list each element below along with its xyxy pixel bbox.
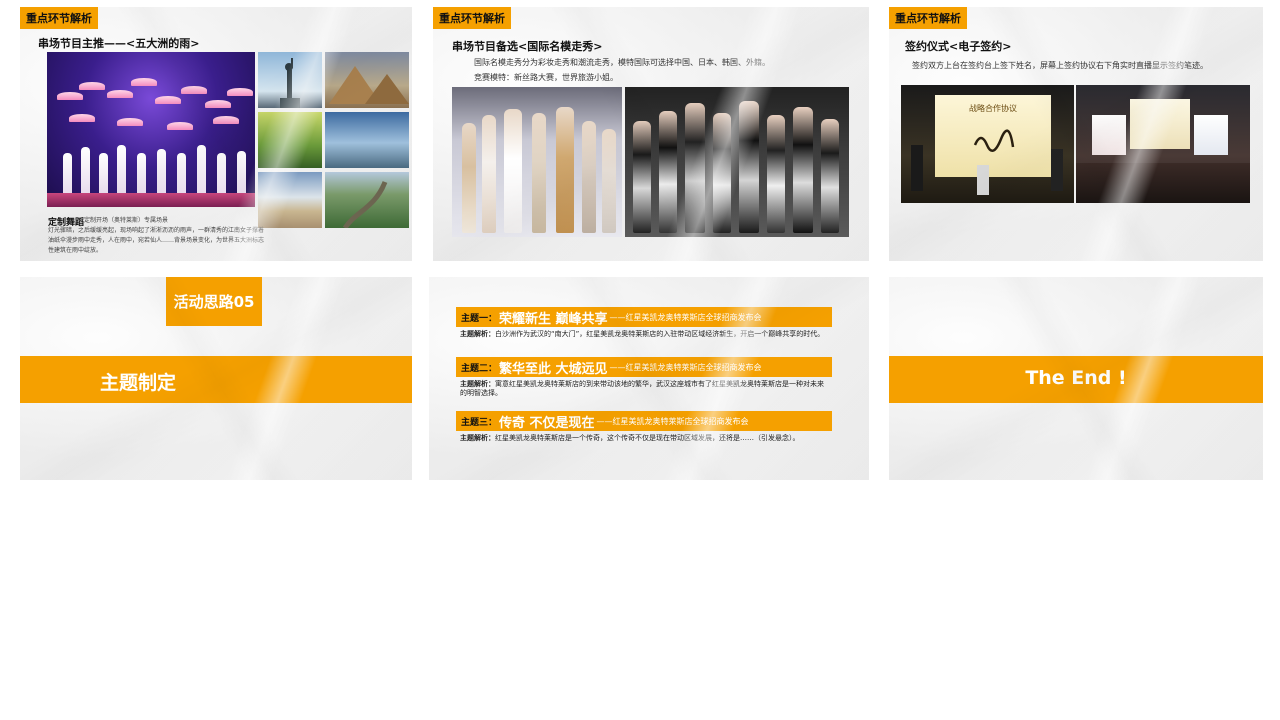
forest-photo: [258, 112, 322, 168]
band-title: The End !: [1025, 367, 1127, 389]
slide-theme-options[interactable]: 主题一： 荣耀新生 巅峰共享 ——红星美凯龙奥特莱斯店全球招商发布会 主题解析：…: [429, 277, 869, 480]
slide-signing-ceremony[interactable]: 重点环节解析 签约仪式<电子签约> 签约双方上台在签约台上签下姓名，屏幕上签约协…: [889, 7, 1263, 261]
section-tag: 重点环节解析: [433, 7, 511, 29]
theme-bar-3: 主题三： 传奇 不仅是现在 ——红星美凯龙奥特莱斯店全球招商发布会: [456, 411, 832, 431]
landmark-photo-grid: [258, 52, 410, 230]
beach-photo: [258, 172, 322, 228]
caption-body: 灯光骤暗，之后缓缓亮起，现场响起了淅淅沥沥的雨声，一群清秀的江南女子撑着 油纸伞…: [48, 227, 265, 254]
slide-dance-program[interactable]: 重点环节解析 串场节目主推——<五大洲的雨> 定制舞蹈 定制开场（奥特莱斯）专属…: [20, 7, 412, 261]
slide-title: 签约仪式<电子签约>: [905, 40, 1012, 53]
slide-line-1: 签约双方上台在签约台上签下姓名，屏幕上签约协议右下角实时直播显示签约笔迹。: [912, 61, 1208, 70]
runway-photo-right: [625, 87, 849, 237]
great-wall-photo: [325, 172, 409, 230]
theme-desc-2: 主题解析：寓意红星美凯龙奥特莱斯店的到来带动该地的繁华，武汉这座城市有了红星美凯…: [460, 380, 824, 397]
theme-desc-3: 主题解析：红星美凯龙奥特莱斯店是一个传奇，这个传奇不仅是现在带动区域发展，还将是…: [460, 434, 800, 442]
statue-of-liberty-photo: [258, 52, 322, 108]
title-band: The End !: [889, 356, 1263, 403]
band-title: 主题制定: [100, 372, 177, 394]
dance-photo: [47, 52, 255, 207]
title-band: 主题制定: [20, 356, 412, 403]
signing-photo-left: 战略合作协议: [901, 85, 1074, 203]
slide-theme-section[interactable]: 活动思路05 主题制定: [20, 277, 412, 480]
slide-title: 串场节目备选<国际名模走秀>: [452, 40, 603, 53]
sky-clouds-photo: [325, 112, 409, 168]
section-tag: 重点环节解析: [20, 7, 98, 29]
theme-bar-2: 主题二： 繁华至此 大城远见 ——红星美凯龙奥特莱斯店全球招商发布会: [456, 357, 832, 377]
slide-line-2: 竞赛模特：新丝路大赛，世界旅游小姐。: [474, 73, 618, 82]
runway-photo-left: [452, 87, 622, 237]
section-tag: 重点环节解析: [889, 7, 967, 29]
slide-title: 串场节目主推——<五大洲的雨>: [38, 37, 200, 50]
slide-model-show[interactable]: 重点环节解析 串场节目备选<国际名模走秀> 国际名模走秀分为彩妆走秀和潮流走秀，…: [433, 7, 869, 261]
slide-the-end[interactable]: The End !: [889, 277, 1263, 480]
caption-subtitle: 定制开场（奥特莱斯）专属场景: [84, 217, 169, 224]
pyramids-photo: [325, 52, 409, 108]
theme-bar-1: 主题一： 荣耀新生 巅峰共享 ——红星美凯龙奥特莱斯店全球招商发布会: [456, 307, 832, 327]
signing-photo-right: [1076, 85, 1250, 203]
slide-line-1: 国际名模走秀分为彩妆走秀和潮流走秀，模特国际可选择中国、日本、韩国、外籍。: [474, 58, 770, 67]
theme-desc-1: 主题解析：白沙洲作为武汉的“南大门”，红星美凯龙奥特莱斯店的入驻带动区域经济新生…: [460, 330, 825, 338]
section-badge: 活动思路05: [166, 277, 262, 326]
